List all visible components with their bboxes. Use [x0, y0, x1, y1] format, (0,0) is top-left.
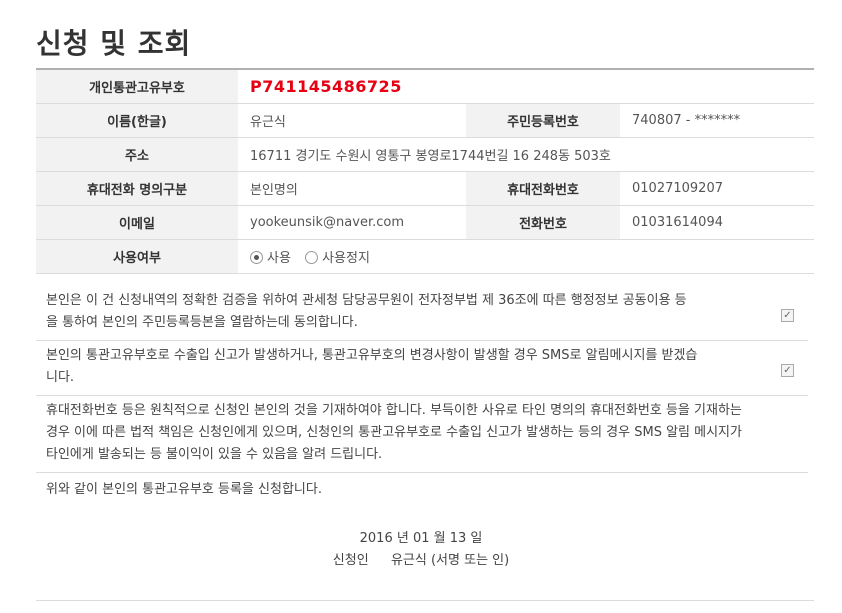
applicant-info-table: 개인통관고유부호 P741145486725 이름(한글) 유근식 주민등록번호…: [36, 68, 814, 274]
applicant-signature-line: 신청인 유근식 (서명 또는 인): [0, 549, 842, 568]
page-title: 신청 및 조회: [36, 27, 192, 60]
usage-stop-radio[interactable]: [305, 251, 319, 264]
application-statement: 위와 같이 본인의 통관고유부호 등록을 신청합니다.: [46, 482, 322, 497]
resident-no-label: 주민등록번호: [466, 103, 620, 138]
table-row: 사용여부 사용 사용정지: [36, 239, 814, 274]
usage-use-radio[interactable]: [250, 251, 263, 264]
notice-text-line: 휴대전화번호 등은 원칙적으로 신청인 본인의 것을 기재하여야 합니다. 부득…: [46, 403, 742, 418]
table-row: 주소 16711 경기도 수원시 영통구 봉영로1744번길 16 248동 5…: [36, 137, 814, 172]
mobile-label: 휴대전화번호: [466, 171, 620, 206]
email-label: 이메일: [36, 205, 238, 240]
applicant-signature-note: (서명 또는 인): [430, 553, 510, 568]
notice-text-line: 타인에게 발송되는 등 불이익이 있을 수 있음을 알려 드립니다.: [46, 447, 383, 462]
notice-text-line: 경우 이에 따른 법적 책임은 신청인에게 있으며, 신청인의 통관고유부호로 …: [46, 425, 742, 440]
personal-code-value: P741145486725: [250, 77, 402, 96]
agreement-identity-check: 본인은 이 건 신청내역의 정확한 검증을 위하여 관세청 담당공무원이 전자정…: [36, 286, 808, 341]
usage-stop-label[interactable]: 사용정지: [322, 251, 370, 266]
application-date: 2016 년 01 월 13 일: [359, 531, 483, 546]
personal-code-label: 개인통관고유부호: [36, 68, 238, 104]
agreement-text-line: 본인은 이 건 신청내역의 정확한 검증을 위하여 관세청 담당공무원이 전자정…: [46, 293, 687, 308]
notice-block: 휴대전화번호 등은 원칙적으로 신청인 본인의 것을 기재하여야 합니다. 부득…: [36, 396, 808, 473]
phone-label: 전화번호: [466, 205, 620, 240]
address-label: 주소: [36, 137, 238, 172]
agreement-sms-notice: 본인의 통관고유부호로 수출입 신고가 발생하거나, 통관고유부호의 변경사항이…: [36, 341, 808, 396]
agreement-checkbox[interactable]: ✓: [781, 364, 794, 377]
agreement-text-line: 을 통하여 본인의 주민등록등본을 열람하는데 동의합니다.: [46, 315, 358, 330]
table-row: 휴대전화 명의구분 본인명의 휴대전화번호 01027109207: [36, 171, 814, 206]
usage-use-label[interactable]: 사용: [267, 251, 291, 266]
table-row: 이메일 yookeunsik@naver.com 전화번호 0103161409…: [36, 205, 814, 240]
table-row: 개인통관고유부호 P741145486725: [36, 68, 814, 104]
name-value: 유근식: [238, 103, 466, 138]
applicant-label: 신청인: [332, 553, 369, 568]
phone-owner-value: 본인명의: [238, 171, 466, 206]
agreement-checkbox[interactable]: ✓: [781, 309, 794, 322]
agreement-text-line: 본인의 통관고유부호로 수출입 신고가 발생하거나, 통관고유부호의 변경사항이…: [46, 348, 698, 363]
mobile-value: 01027109207: [620, 171, 814, 206]
email-value: yookeunsik@naver.com: [238, 205, 466, 240]
name-label: 이름(한글): [36, 103, 238, 138]
address-value: 16711 경기도 수원시 영통구 봉영로1744번길 16 248동 503호: [238, 137, 814, 172]
phone-value: 01031614094: [620, 205, 814, 240]
table-row: 이름(한글) 유근식 주민등록번호 740807 - *******: [36, 103, 814, 138]
agreement-text-line: 니다.: [46, 370, 75, 385]
phone-owner-label: 휴대전화 명의구분: [36, 171, 238, 206]
bottom-divider: [36, 600, 814, 601]
applicant-name: 유근식: [390, 553, 427, 568]
resident-no-value: 740807 - *******: [620, 103, 814, 138]
usage-label: 사용여부: [36, 239, 238, 274]
